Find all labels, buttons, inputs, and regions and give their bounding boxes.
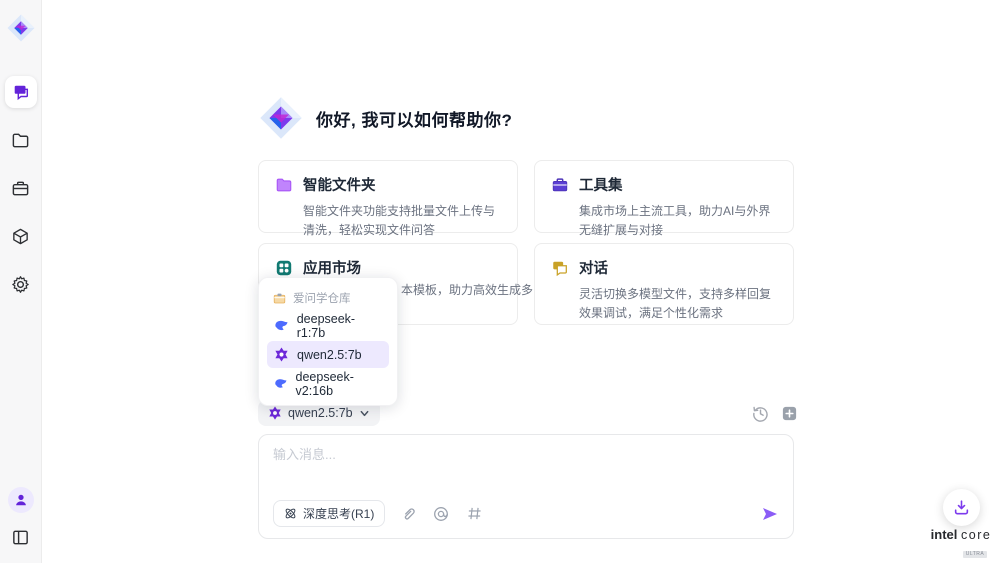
user-avatar[interactable] [8, 487, 34, 513]
send-button[interactable] [761, 505, 779, 523]
selected-model-label: qwen2.5:7b [288, 406, 353, 420]
intel-wordmark: intel [931, 527, 958, 542]
smart-folder-icon [275, 176, 293, 194]
sidebar [0, 0, 42, 563]
greeting: 你好, 我可以如何帮助你? [258, 95, 512, 141]
attach-button[interactable] [398, 504, 418, 524]
card-title: 对话 [579, 257, 608, 278]
model-option-label: qwen2.5:7b [297, 348, 362, 362]
model-option-qwen[interactable]: qwen2.5:7b [267, 341, 389, 368]
new-chat-button[interactable] [779, 403, 799, 423]
message-composer: 深度思考(R1) [258, 434, 794, 539]
model-dropdown: 爱问学仓库 deepseek-r1:7b qwen2.5:7b deepseek… [258, 277, 398, 406]
chevron-down-icon [359, 408, 370, 419]
app-market-icon [275, 259, 293, 277]
core-wordmark: core [961, 528, 991, 542]
toolset-briefcase-icon [551, 176, 569, 194]
app-window: 你好, 我可以如何帮助你? 智能文件夹 智能文件夹功能支持批量文件上传与清洗，轻… [0, 0, 1000, 563]
model-option-deepseek-r1[interactable]: deepseek-r1:7b [267, 312, 389, 339]
panel-toggle-button[interactable] [11, 527, 31, 547]
card-description-visible: 本模板，助力高效生成多 [401, 281, 533, 298]
chat-icon [12, 83, 30, 101]
model-option-label: deepseek-r1:7b [297, 312, 382, 340]
app-logo-icon [5, 12, 37, 44]
folder-icon [11, 131, 30, 150]
history-button[interactable] [750, 403, 770, 423]
sidebar-item-folders[interactable] [5, 124, 37, 156]
mention-button[interactable] [431, 504, 451, 524]
deepseek-icon [274, 376, 288, 391]
qwen-icon [274, 347, 289, 362]
deep-think-toggle[interactable]: 深度思考(R1) [273, 500, 385, 527]
download-icon [953, 499, 970, 516]
card-smart-folder[interactable]: 智能文件夹 智能文件夹功能支持批量文件上传与清洗，轻松实现文件问答 [258, 160, 518, 233]
card-description: 集成市场上主流工具，助力AI与外界无缝扩展与对接 [579, 202, 777, 239]
gear-icon [11, 275, 30, 294]
message-input[interactable] [273, 447, 573, 462]
briefcase-icon [11, 179, 30, 198]
card-dialog[interactable]: 对话 灵活切换多模型文件，支持多样回复效果调试，满足个性化需求 [534, 243, 794, 325]
sidebar-bottom [8, 487, 34, 563]
dropdown-group-header: 爱问学仓库 [267, 286, 389, 310]
dropdown-group-label: 爱问学仓库 [293, 290, 351, 306]
card-description: 灵活切换多模型文件，支持多样回复效果调试，满足个性化需求 [579, 285, 777, 322]
panel-toggle-icon [11, 528, 30, 547]
deep-think-label: 深度思考(R1) [303, 505, 374, 522]
send-icon [761, 505, 779, 523]
chat-actions [750, 403, 799, 423]
card-title: 工具集 [579, 174, 623, 195]
deepseek-icon [274, 318, 289, 333]
deep-think-icon [284, 507, 297, 520]
sidebar-item-settings[interactable] [5, 268, 37, 300]
sidebar-item-models[interactable] [5, 220, 37, 252]
card-title: 应用市场 [303, 257, 361, 278]
sidebar-item-chat[interactable] [5, 76, 37, 108]
new-chat-icon [781, 405, 798, 422]
sidebar-nav [5, 76, 37, 300]
paperclip-icon [401, 506, 416, 521]
dialog-icon [551, 259, 569, 277]
card-description: 智能文件夹功能支持批量文件上传与清洗，轻松实现文件问答 [303, 202, 501, 239]
hash-icon [467, 506, 482, 521]
model-option-label: deepseek-v2:16b [296, 370, 382, 398]
composer-toolbar: 深度思考(R1) [273, 500, 779, 527]
card-title: 智能文件夹 [303, 174, 376, 195]
download-fab-button[interactable] [943, 489, 980, 526]
sidebar-item-toolbox[interactable] [5, 172, 37, 204]
intel-core-logo: intel core ULTRA [930, 527, 992, 560]
qwen-icon [268, 406, 282, 420]
intel-ultra-badge: ULTRA [963, 551, 988, 558]
page-title: 你好, 我可以如何帮助你? [316, 106, 512, 131]
history-icon [752, 405, 769, 422]
prompt-library-button[interactable] [464, 504, 484, 524]
user-icon [14, 493, 28, 507]
card-toolset[interactable]: 工具集 集成市场上主流工具，助力AI与外界无缝扩展与对接 [534, 160, 794, 233]
at-icon [433, 506, 449, 522]
greeting-logo-icon [258, 95, 304, 141]
warehouse-icon [273, 292, 286, 305]
cube-icon [11, 227, 30, 246]
model-option-deepseek-v2[interactable]: deepseek-v2:16b [267, 370, 389, 397]
